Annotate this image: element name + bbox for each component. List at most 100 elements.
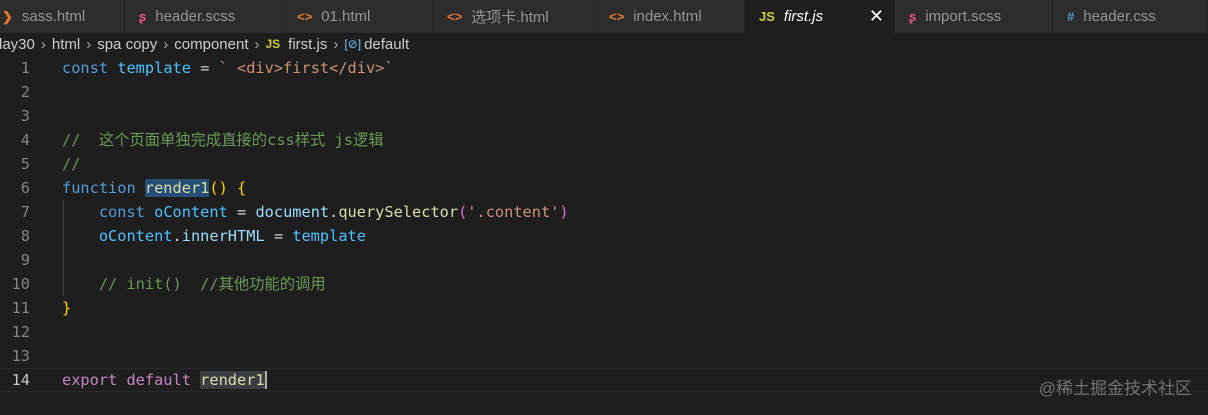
code-token: }	[62, 299, 72, 317]
line-text: // 这个页面单独完成直接的css样式 js逻辑	[62, 128, 384, 152]
code-line[interactable]: 6 function render1() {	[0, 176, 1208, 200]
code-token: =	[227, 203, 256, 221]
code-token: document	[255, 203, 330, 221]
tab-label: header.scss	[155, 8, 236, 25]
code-token: innerHTML	[181, 227, 265, 245]
code-line[interactable]: 8 oContent.innerHTML = template	[0, 224, 1208, 248]
tab-01-html[interactable]: <> 01.html	[283, 0, 433, 33]
line-number: 9	[20, 251, 30, 269]
code-token: (	[458, 203, 468, 221]
sass-icon: ʂ	[139, 9, 147, 24]
close-icon[interactable]: ✕	[869, 6, 884, 27]
chevron-right-icon: ›	[40, 35, 46, 53]
code-line[interactable]: 2	[0, 80, 1208, 104]
html-icon: <>	[297, 9, 313, 24]
tab-sass-html[interactable]: ❯ sass.html	[0, 0, 125, 33]
tab-header-css[interactable]: # header.css	[1053, 0, 1208, 33]
code-token: )	[559, 203, 569, 221]
line-text: oContent.innerHTML = template	[62, 224, 366, 248]
line-number: 1	[20, 59, 30, 77]
html-icon: ❯	[2, 8, 13, 24]
code-line[interactable]: 10 // init() //其他功能的调用	[0, 272, 1208, 296]
chevron-right-icon: ›	[333, 35, 339, 53]
code-line[interactable]: 9	[0, 248, 1208, 272]
tab-header-scss[interactable]: ʂ header.scss	[125, 0, 283, 33]
line-number: 8	[20, 227, 30, 245]
js-file-icon: JS	[265, 37, 281, 51]
indent-guide	[63, 200, 64, 296]
line-number: 7	[20, 203, 30, 221]
code-token: render1	[200, 371, 267, 389]
code-token: =	[190, 59, 219, 77]
line-text: }	[62, 296, 71, 320]
code-line[interactable]: 5 //	[0, 152, 1208, 176]
code-line[interactable]: 11}	[0, 296, 1208, 320]
line-number: 4	[20, 131, 30, 149]
line-number: 13	[11, 347, 30, 365]
chevron-right-icon: ›	[254, 35, 260, 53]
line-number: 5	[20, 155, 30, 173]
tab-first-js[interactable]: JS first.js ✕	[745, 0, 895, 33]
html-icon: <>	[609, 9, 625, 24]
line-text: // init() //其他功能的调用	[62, 272, 326, 296]
tab-label: header.css	[1083, 8, 1156, 25]
code-line[interactable]: 7 const oContent = document.querySelecto…	[0, 200, 1208, 224]
tab-import-scss[interactable]: ʂ import.scss	[895, 0, 1053, 33]
breadcrumb-item[interactable]: component	[174, 36, 248, 53]
code-token: .	[329, 203, 339, 221]
code-token: template	[292, 227, 366, 245]
code-token: template	[117, 59, 191, 77]
code-token: ()	[209, 179, 228, 197]
tab-index-html[interactable]: <> index.html	[595, 0, 745, 33]
tab-label: import.scss	[925, 8, 1002, 25]
breadcrumb-file[interactable]: first.js	[288, 36, 327, 53]
code-token: // 这个页面单独完成直接的css样式 js逻辑	[62, 131, 384, 149]
line-number: 11	[11, 299, 30, 317]
code-line[interactable]: 4 // 这个页面单独完成直接的css样式 js逻辑	[0, 128, 1208, 152]
breadcrumb: day30 › html › spa copy › component › JS first.js…	[0, 33, 1208, 55]
line-number: 10	[11, 275, 30, 293]
code-line[interactable]: 3	[0, 104, 1208, 128]
code-token: '.content'	[467, 203, 560, 221]
breadcrumb-item[interactable]: spa copy	[97, 36, 157, 53]
code-token: ` <div>first</div>`	[218, 59, 394, 77]
breadcrumb-symbol[interactable]: default	[364, 36, 409, 53]
css-icon: #	[1067, 9, 1075, 24]
tab-label: sass.html	[21, 8, 86, 25]
watermark: @稀土掘金技术社区	[1038, 379, 1192, 398]
line-number: 3	[20, 107, 30, 125]
code-token: function	[62, 179, 145, 197]
chevron-right-icon: ›	[163, 35, 169, 53]
symbol-variable-icon: [⊘]	[344, 37, 362, 51]
js-icon: JS	[759, 9, 775, 24]
line-number: 12	[11, 323, 30, 341]
line-text: const template = ` <div>first</div>`	[62, 56, 394, 80]
code-token: =	[264, 227, 293, 245]
code-token: // init() //其他功能的调用	[62, 275, 326, 293]
breadcrumb-item[interactable]: day30	[0, 36, 35, 53]
code-token: //	[62, 155, 81, 173]
code-token: .	[172, 227, 182, 245]
code-token: {	[237, 179, 247, 197]
html-icon: <>	[447, 9, 463, 24]
code-token: export default	[62, 371, 201, 389]
code-token: const	[62, 203, 155, 221]
tab-label: 01.html	[321, 8, 371, 25]
line-number: 2	[20, 83, 30, 101]
code-line[interactable]: 12	[0, 320, 1208, 344]
tab--html[interactable]: <> 选项卡.html	[433, 0, 595, 33]
code-line[interactable]: 13	[0, 344, 1208, 368]
code-line[interactable]: 1 const template = ` <div>first</div>`	[0, 56, 1208, 80]
code-token: oContent	[62, 227, 173, 245]
code-token: const	[62, 59, 118, 77]
line-number: 6	[20, 179, 30, 197]
line-number: 14	[11, 371, 30, 389]
tab-label: index.html	[633, 8, 702, 25]
tab-label: 选项卡.html	[471, 9, 549, 26]
code-line[interactable]: 14 export default render1	[0, 368, 1208, 392]
breadcrumb-item[interactable]: html	[52, 36, 80, 53]
code-editor[interactable]: 1 const template = ` <div>first</div>` 2 3 4…	[0, 56, 1208, 392]
sass-icon: ʂ	[909, 9, 917, 24]
line-text: export default render1	[62, 369, 267, 391]
